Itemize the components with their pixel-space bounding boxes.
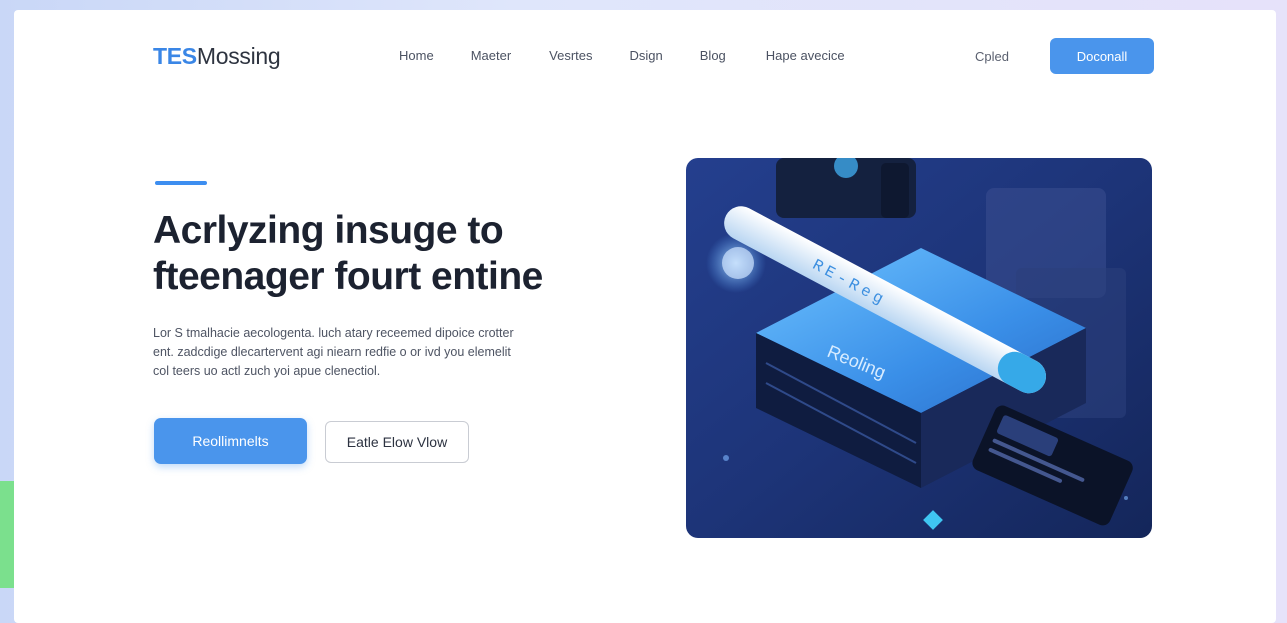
- hero-description: Lor S tmalhacie aecologenta. luch atary …: [153, 324, 613, 381]
- site-logo[interactable]: TESMossing: [153, 43, 281, 70]
- logo-text: Mossing: [196, 43, 281, 69]
- hero-title: Acrlyzing insuge to fteenager fourt enti…: [153, 208, 633, 300]
- nav-link-blog[interactable]: Blog: [700, 48, 726, 63]
- logo-accent: TES: [153, 43, 197, 69]
- primary-cta-button[interactable]: Reollimnelts: [154, 418, 307, 464]
- hero-title-line: Acrlyzing insuge to: [153, 209, 504, 252]
- main-nav: Home Maeter Vesrtes Dsign Blog Hape avec…: [399, 48, 881, 63]
- nav-link-hape-avecice[interactable]: Hape avecice: [766, 48, 845, 63]
- nav-link-dsign[interactable]: Dsign: [630, 48, 663, 63]
- secondary-cta-button[interactable]: Eatle Elow Vlow: [325, 421, 469, 463]
- hero-description-line: Lor S tmalhacie aecologenta. luch atary …: [153, 326, 514, 340]
- hero-title-line: fteenager fourt entine: [153, 255, 543, 298]
- login-link[interactable]: Cpled: [975, 49, 1009, 64]
- hero-description-line: ent. zadcdige dlecartervent agi niearn r…: [153, 345, 511, 359]
- nav-link-home[interactable]: Home: [399, 48, 434, 63]
- header-cta-button[interactable]: Doconall: [1050, 38, 1154, 74]
- hero-description-line: col teers uo actl zuch yoi apue clenecti…: [153, 364, 381, 378]
- nav-link-vesrtes[interactable]: Vesrtes: [549, 48, 592, 63]
- nav-link-maeter[interactable]: Maeter: [471, 48, 511, 63]
- site-header: TESMossing Home Maeter Vesrtes Dsign Blo…: [14, 10, 1276, 110]
- illustration-graphic: Reoling RE-Reg: [686, 158, 1152, 538]
- landing-page: TESMossing Home Maeter Vesrtes Dsign Blo…: [14, 10, 1276, 623]
- title-accent-bar: [155, 181, 207, 185]
- hero-illustration: Reoling RE-Reg: [686, 158, 1152, 538]
